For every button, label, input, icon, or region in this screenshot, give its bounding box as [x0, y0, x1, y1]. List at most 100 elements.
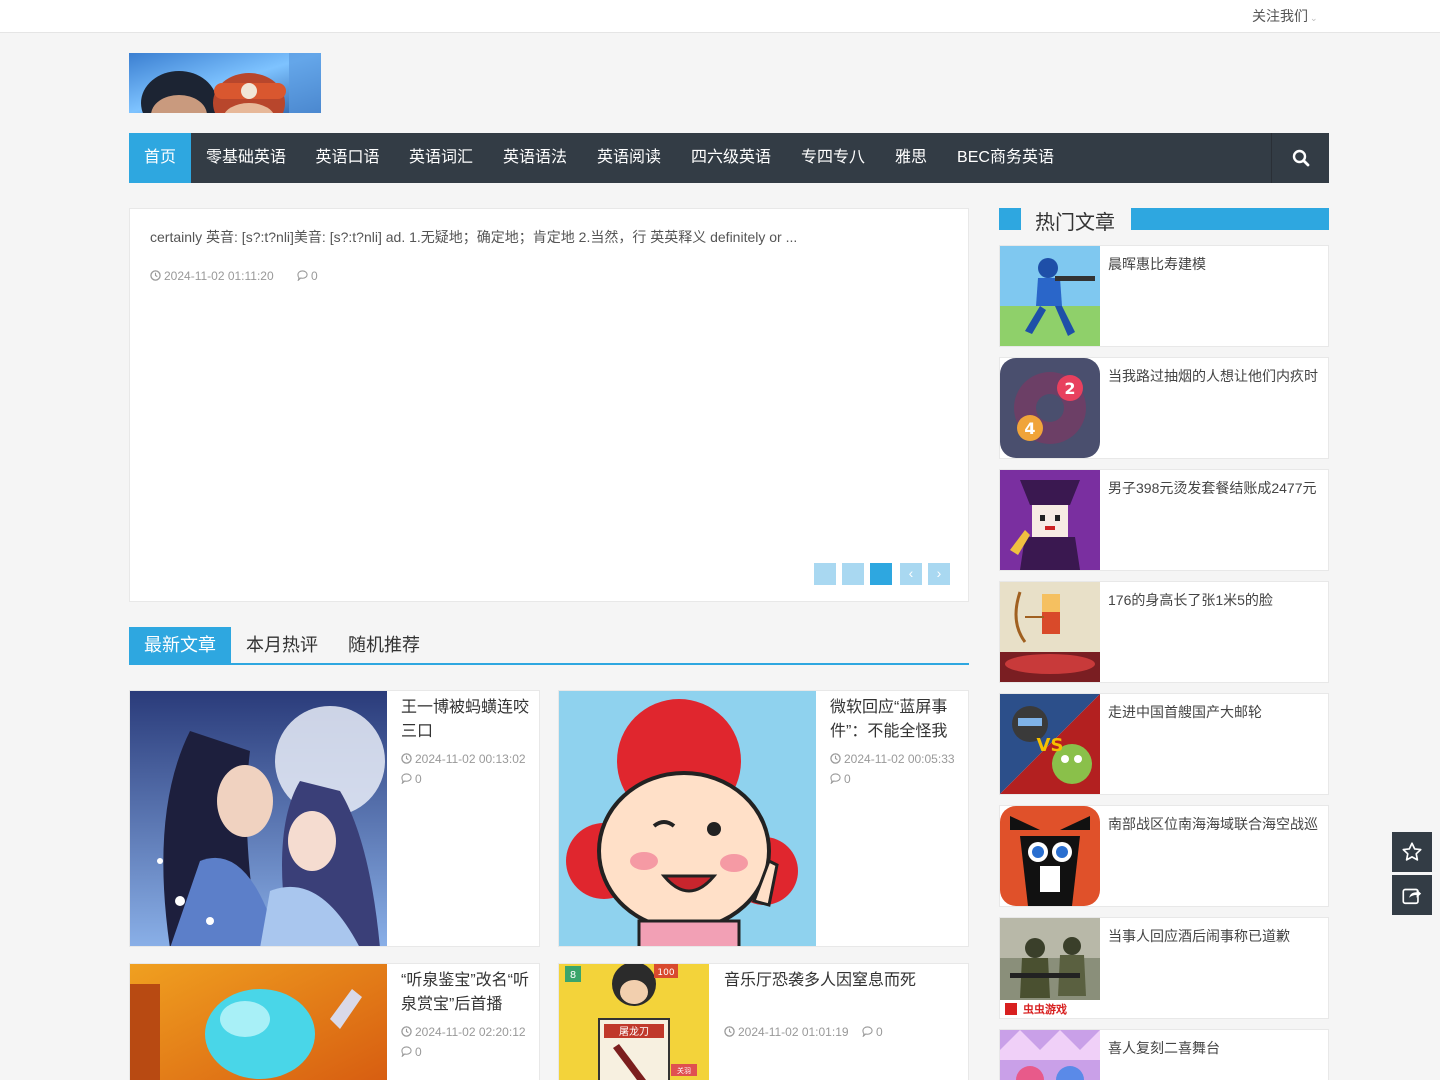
- nav-item-spoken-english[interactable]: 英语口语: [301, 133, 394, 183]
- hot-article-thumbnail: [1000, 470, 1100, 570]
- star-icon: [1402, 842, 1422, 861]
- clock-icon: [150, 270, 161, 281]
- hot-brand-label: 虫虫游戏: [1023, 1002, 1067, 1016]
- hot-article-thumbnail: [1000, 246, 1100, 346]
- hot-articles-header: 热门文章: [999, 208, 1329, 234]
- slider-date-text: 2024-11-02 01:11:20: [164, 269, 274, 283]
- hot-article-item[interactable]: 喜人复刻二喜舞台: [999, 1029, 1329, 1080]
- slider-prev-button[interactable]: ‹: [900, 563, 922, 585]
- search-icon: [1292, 149, 1309, 167]
- tab-latest[interactable]: 最新文章: [129, 627, 231, 663]
- hot-article-item[interactable]: 2 4 当我路过抽烟的人想让他们内疚时: [999, 357, 1329, 459]
- header-accent-square: [999, 208, 1021, 230]
- comment-icon: [401, 773, 412, 784]
- clock-icon: [401, 1026, 412, 1037]
- hot-article-item[interactable]: 虫虫游戏 当事人回应酒后闹事称已道歉: [999, 917, 1329, 1019]
- article-tabs: 最新文章 本月热评 随机推荐: [129, 627, 969, 665]
- chevron-right-icon: ›: [936, 565, 942, 581]
- article-comments: 0: [401, 772, 422, 786]
- hot-article-item[interactable]: 南部战区位南海海域联合海空战巡: [999, 805, 1329, 907]
- article-date-text: 2024-11-02 01:01:19: [738, 1025, 849, 1039]
- article-date-text: 2024-11-02 00:05:33: [844, 752, 955, 766]
- top-bar: 关注我们 ⌄: [0, 0, 1440, 33]
- hot-article-thumbnail: 虫虫游戏: [1000, 918, 1100, 1018]
- chevron-left-icon: ‹: [908, 565, 914, 581]
- nav-item-reading[interactable]: 英语阅读: [582, 133, 676, 183]
- tab-random[interactable]: 随机推荐: [333, 627, 435, 663]
- article-title[interactable]: 王一博被蚂蟥连咬三口: [401, 696, 533, 744]
- article-date-text: 2024-11-02 00:13:02: [415, 752, 526, 766]
- slider-dot-1[interactable]: [814, 563, 836, 585]
- article-date-text: 2024-11-02 02:20:12: [415, 1025, 526, 1039]
- article-title[interactable]: 微软回应“蓝屏事件”：不能全怪我: [830, 696, 962, 744]
- hot-article-title: 176的身高长了张1米5的脸: [1108, 592, 1273, 608]
- hot-vs-label: VS: [1037, 735, 1064, 756]
- hot-article-title: 男子398元烫发套餐结账成2477元: [1108, 480, 1317, 496]
- slider-next-button[interactable]: ›: [928, 563, 950, 585]
- slider-comments-count: 0: [311, 269, 318, 283]
- article-card: 微软回应“蓝屏事件”：不能全怪我 2024-11-02 00:05:33 0: [558, 690, 969, 947]
- search-button[interactable]: [1271, 133, 1329, 183]
- thumb-badge-100: 100: [657, 968, 674, 978]
- clock-icon: [724, 1026, 735, 1037]
- article-title[interactable]: “听泉鉴宝”改名“听泉赏宝”后首播: [401, 969, 533, 1017]
- slider-dot-3[interactable]: [870, 563, 892, 585]
- thumb-card-text: 屠龙刀: [619, 1025, 649, 1038]
- comment-icon: [297, 270, 308, 281]
- article-date: 2024-11-02 01:01:19: [724, 1025, 849, 1039]
- comment-icon: [862, 1026, 873, 1037]
- site-logo[interactable]: [129, 53, 321, 113]
- nav-item-bec[interactable]: BEC商务英语: [942, 133, 1069, 183]
- article-comments: 0: [830, 772, 851, 786]
- favorite-button[interactable]: [1392, 832, 1432, 872]
- nav-item-ielts[interactable]: 雅思: [880, 133, 942, 183]
- nav-item-grammar[interactable]: 英语语法: [488, 133, 582, 183]
- thumb-small-label: 关羽: [677, 1066, 691, 1075]
- nav-item-home[interactable]: 首页: [129, 133, 191, 183]
- featured-slider: certainly 英音: [s?:t?nli]美音: [s?:t?nli] a…: [129, 208, 969, 602]
- hot-article-thumbnail: [1000, 1030, 1100, 1080]
- thumb-badge-8: 8: [570, 970, 576, 981]
- hot-badge-2: 2: [1064, 379, 1075, 398]
- share-button[interactable]: [1392, 875, 1432, 915]
- comment-icon: [830, 773, 841, 784]
- clock-icon: [830, 753, 841, 764]
- article-card: “听泉鉴宝”改名“听泉赏宝”后首播 2024-11-02 02:20:12 0: [129, 963, 540, 1080]
- nav-item-beginner-english[interactable]: 零基础英语: [191, 133, 301, 183]
- nav-item-tem48[interactable]: 专四专八: [786, 133, 880, 183]
- article-thumbnail[interactable]: [130, 964, 387, 1080]
- hot-article-title: 晨晖惠比寿建模: [1108, 256, 1206, 272]
- nav-item-cet46[interactable]: 四六级英语: [676, 133, 786, 183]
- hot-article-item[interactable]: 男子398元烫发套餐结账成2477元: [999, 469, 1329, 571]
- hot-article-title: 当我路过抽烟的人想让他们内疚时: [1108, 368, 1318, 384]
- hot-article-thumbnail: [1000, 806, 1100, 906]
- hot-article-thumbnail: [1000, 582, 1100, 682]
- hot-article-title: 当事人回应酒后闹事称已道歉: [1108, 928, 1290, 944]
- article-comments-count: 0: [844, 772, 851, 786]
- follow-us-menu[interactable]: 关注我们 ⌄: [1252, 6, 1318, 26]
- hot-article-item[interactable]: 晨晖惠比寿建模: [999, 245, 1329, 347]
- slider-comments: 0: [297, 269, 328, 283]
- share-icon: [1402, 888, 1422, 905]
- slider-date: 2024-11-02 01:11:20: [150, 269, 284, 283]
- slider-excerpt[interactable]: certainly 英音: [s?:t?nli]美音: [s?:t?nli] a…: [150, 227, 797, 247]
- hot-article-item[interactable]: 176的身高长了张1米5的脸: [999, 581, 1329, 683]
- article-thumbnail[interactable]: [559, 691, 816, 946]
- article-date: 2024-11-02 02:20:12: [401, 1025, 526, 1039]
- tab-monthly-hot[interactable]: 本月热评: [231, 627, 333, 663]
- hot-article-title: 南部战区位南海海域联合海空战巡: [1108, 816, 1318, 832]
- article-comments-count: 0: [415, 772, 422, 786]
- nav-item-vocabulary[interactable]: 英语词汇: [394, 133, 488, 183]
- slider-meta: 2024-11-02 01:11:20 0: [150, 269, 338, 283]
- hot-article-thumbnail: 2 4: [1000, 358, 1100, 458]
- hot-article-item[interactable]: VS 走进中国首艘国产大邮轮: [999, 693, 1329, 795]
- article-comments-count: 0: [876, 1025, 883, 1039]
- article-title[interactable]: 音乐厅恐袭多人因窒息而死: [724, 969, 964, 993]
- clock-icon: [401, 753, 412, 764]
- article-date: 2024-11-02 00:13:02: [401, 752, 526, 766]
- slider-dot-2[interactable]: [842, 563, 864, 585]
- article-thumbnail[interactable]: [130, 691, 387, 946]
- chevron-down-icon: ⌄: [1310, 13, 1318, 23]
- article-card: 屠龙刀 8 100 关羽 音乐厅恐袭多人因窒息而死 2024-11-02 01:…: [558, 963, 969, 1080]
- article-thumbnail[interactable]: 屠龙刀 8 100 关羽: [559, 964, 709, 1080]
